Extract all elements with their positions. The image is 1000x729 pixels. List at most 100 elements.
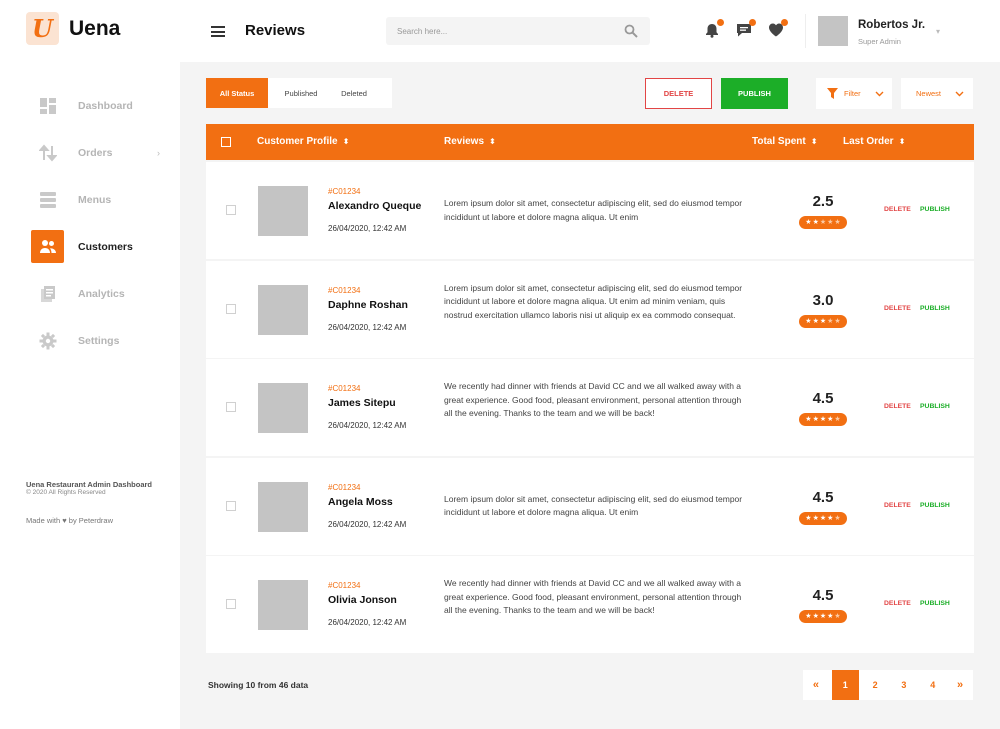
row-checkbox[interactable]: [226, 303, 236, 314]
review-text: We recently had dinner with friends at D…: [444, 578, 742, 616]
column-header-label: Customer Profile: [257, 136, 338, 147]
row-delete-button[interactable]: DELETE: [884, 600, 911, 607]
customer-name[interactable]: Daphne Roshan: [328, 299, 408, 311]
customer-id: #C01234: [328, 285, 361, 295]
table-row[interactable]: #C01234 Alexandro Queque 26/04/2020, 12:…: [206, 162, 974, 259]
star-icon: ★: [827, 219, 834, 226]
sidebar-item-orders[interactable]: Orders ›: [31, 129, 180, 176]
tab-all-status[interactable]: All Status: [206, 78, 268, 108]
customer-photo: [258, 284, 308, 335]
sidebar-footer-credit: Made with ♥ by Peterdraw: [26, 516, 113, 525]
star-icon: ★: [812, 613, 819, 620]
chevron-down-icon: [875, 91, 884, 97]
table-row[interactable]: #C01234 Olivia Jonson 26/04/2020, 12:42 …: [206, 556, 974, 653]
sidebar-item-analytics[interactable]: Analytics: [31, 270, 180, 317]
column-header-reviews[interactable]: Reviews ⬍: [444, 136, 496, 147]
sidebar-item-dashboard[interactable]: Dashboard: [31, 82, 180, 129]
chat-icon[interactable]: [736, 19, 756, 38]
heart-icon[interactable]: [768, 19, 788, 38]
brand-logo: U: [26, 12, 59, 45]
sidebar-item-label: Settings: [78, 334, 120, 347]
review-date: 26/04/2020, 12:42 AM: [328, 519, 407, 529]
customer-name[interactable]: Angela Moss: [328, 496, 393, 508]
customer-photo: [258, 580, 308, 630]
brand[interactable]: U Uena: [26, 12, 120, 45]
tab-published[interactable]: Published: [268, 78, 334, 108]
row-delete-button[interactable]: DELETE: [884, 403, 911, 410]
star-icon: ★: [805, 219, 812, 226]
analytics-icon: [31, 277, 64, 310]
sidebar-footer-copyright: © 2020 All Rights Reserved: [26, 489, 106, 496]
customer-name[interactable]: Olivia Jonson: [328, 594, 397, 606]
user-name[interactable]: Robertos Jr.: [858, 19, 925, 31]
column-header-last-order[interactable]: Last Order ⬍: [843, 136, 905, 147]
rating-value: 3.0: [812, 291, 834, 309]
sidebar-item-menus[interactable]: Menus: [31, 176, 180, 223]
sidebar-nav: Dashboard Orders › Menus Customers Analy…: [31, 82, 180, 364]
row-publish-button[interactable]: PUBLISH: [920, 600, 950, 607]
row-publish-button[interactable]: PUBLISH: [920, 403, 950, 410]
select-all-checkbox[interactable]: [221, 137, 231, 147]
star-rating: ★ ★ ★ ★ ★: [799, 610, 847, 623]
row-checkbox[interactable]: [226, 500, 236, 511]
tab-deleted[interactable]: Deleted: [334, 78, 374, 108]
table-row[interactable]: #C01234 James Sitepu 26/04/2020, 12:42 A…: [206, 359, 974, 456]
table-row[interactable]: #C01234 Angela Moss 26/04/2020, 12:42 AM…: [206, 457, 974, 555]
star-icon: ★: [834, 613, 841, 620]
customer-name[interactable]: James Sitepu: [328, 397, 396, 409]
delete-button[interactable]: DELETE: [645, 78, 712, 109]
page-button-4[interactable]: 4: [918, 670, 947, 700]
row-checkbox[interactable]: [226, 402, 236, 412]
star-icon: ★: [834, 416, 841, 423]
bell-icon[interactable]: [704, 19, 724, 38]
star-icon: ★: [812, 416, 819, 423]
row-publish-button[interactable]: PUBLISH: [920, 206, 950, 213]
menus-icon: [31, 183, 64, 216]
star-rating: ★ ★ ★ ★ ★: [799, 216, 847, 229]
rating: 3.0 ★ ★ ★ ★ ★: [796, 292, 850, 328]
sidebar-item-label: Dashboard: [78, 99, 133, 112]
top-header: Reviews Robertos Jr. Super Admin ▾: [180, 0, 1000, 62]
table-row[interactable]: #C01234 Daphne Roshan 26/04/2020, 12:42 …: [206, 260, 974, 358]
search-input[interactable]: [386, 17, 616, 45]
row-checkbox[interactable]: [226, 205, 236, 215]
star-icon: ★: [819, 317, 827, 325]
sidebar-item-label: Menus: [78, 193, 112, 206]
sort-icon: ⬍: [489, 137, 496, 146]
star-icon: ★: [827, 317, 834, 325]
star-icon: ★: [805, 613, 812, 620]
hamburger-menu-icon[interactable]: [211, 26, 225, 37]
page-button-1[interactable]: 1: [831, 670, 859, 700]
next-page-button[interactable]: »: [947, 670, 973, 700]
customer-name[interactable]: Alexandro Queque: [328, 200, 421, 212]
star-rating: ★ ★ ★ ★ ★: [799, 511, 847, 525]
star-icon: ★: [812, 219, 819, 226]
avatar[interactable]: [818, 16, 848, 46]
table-header: Customer Profile ⬍ Reviews ⬍ Total Spent ⬍ …: [206, 124, 974, 160]
customer-photo: [258, 383, 308, 433]
chevron-down-icon[interactable]: ▾: [936, 27, 940, 36]
page-button-3[interactable]: 3: [890, 670, 919, 700]
sort-icon: ⬍: [342, 137, 350, 146]
filter-button[interactable]: Filter: [816, 78, 892, 109]
prev-page-button[interactable]: «: [803, 670, 829, 700]
row-publish-button[interactable]: PUBLISH: [920, 305, 950, 312]
row-checkbox[interactable]: [226, 599, 236, 609]
publish-button[interactable]: PUBLISH: [721, 78, 788, 109]
sidebar-item-label: Customers: [78, 240, 133, 253]
page-button-2[interactable]: 2: [861, 670, 890, 700]
star-icon: ★: [819, 514, 827, 522]
star-icon: ★: [819, 613, 827, 620]
column-header-total-spent[interactable]: Total Spent ⬍: [752, 136, 817, 147]
sidebar-item-settings[interactable]: Settings: [31, 317, 180, 364]
review-date: 26/04/2020, 12:42 AM: [328, 224, 407, 233]
row-delete-button[interactable]: DELETE: [884, 206, 911, 213]
row-publish-button[interactable]: PUBLISH: [920, 502, 950, 509]
row-delete-button[interactable]: DELETE: [884, 502, 911, 509]
search-icon[interactable]: [624, 24, 638, 38]
star-icon: ★: [827, 416, 834, 423]
row-delete-button[interactable]: DELETE: [884, 305, 911, 312]
sort-dropdown[interactable]: Newest: [901, 78, 973, 109]
sidebar-item-customers[interactable]: Customers: [31, 223, 180, 270]
column-header-customer-profile[interactable]: Customer Profile ⬍: [257, 136, 349, 147]
